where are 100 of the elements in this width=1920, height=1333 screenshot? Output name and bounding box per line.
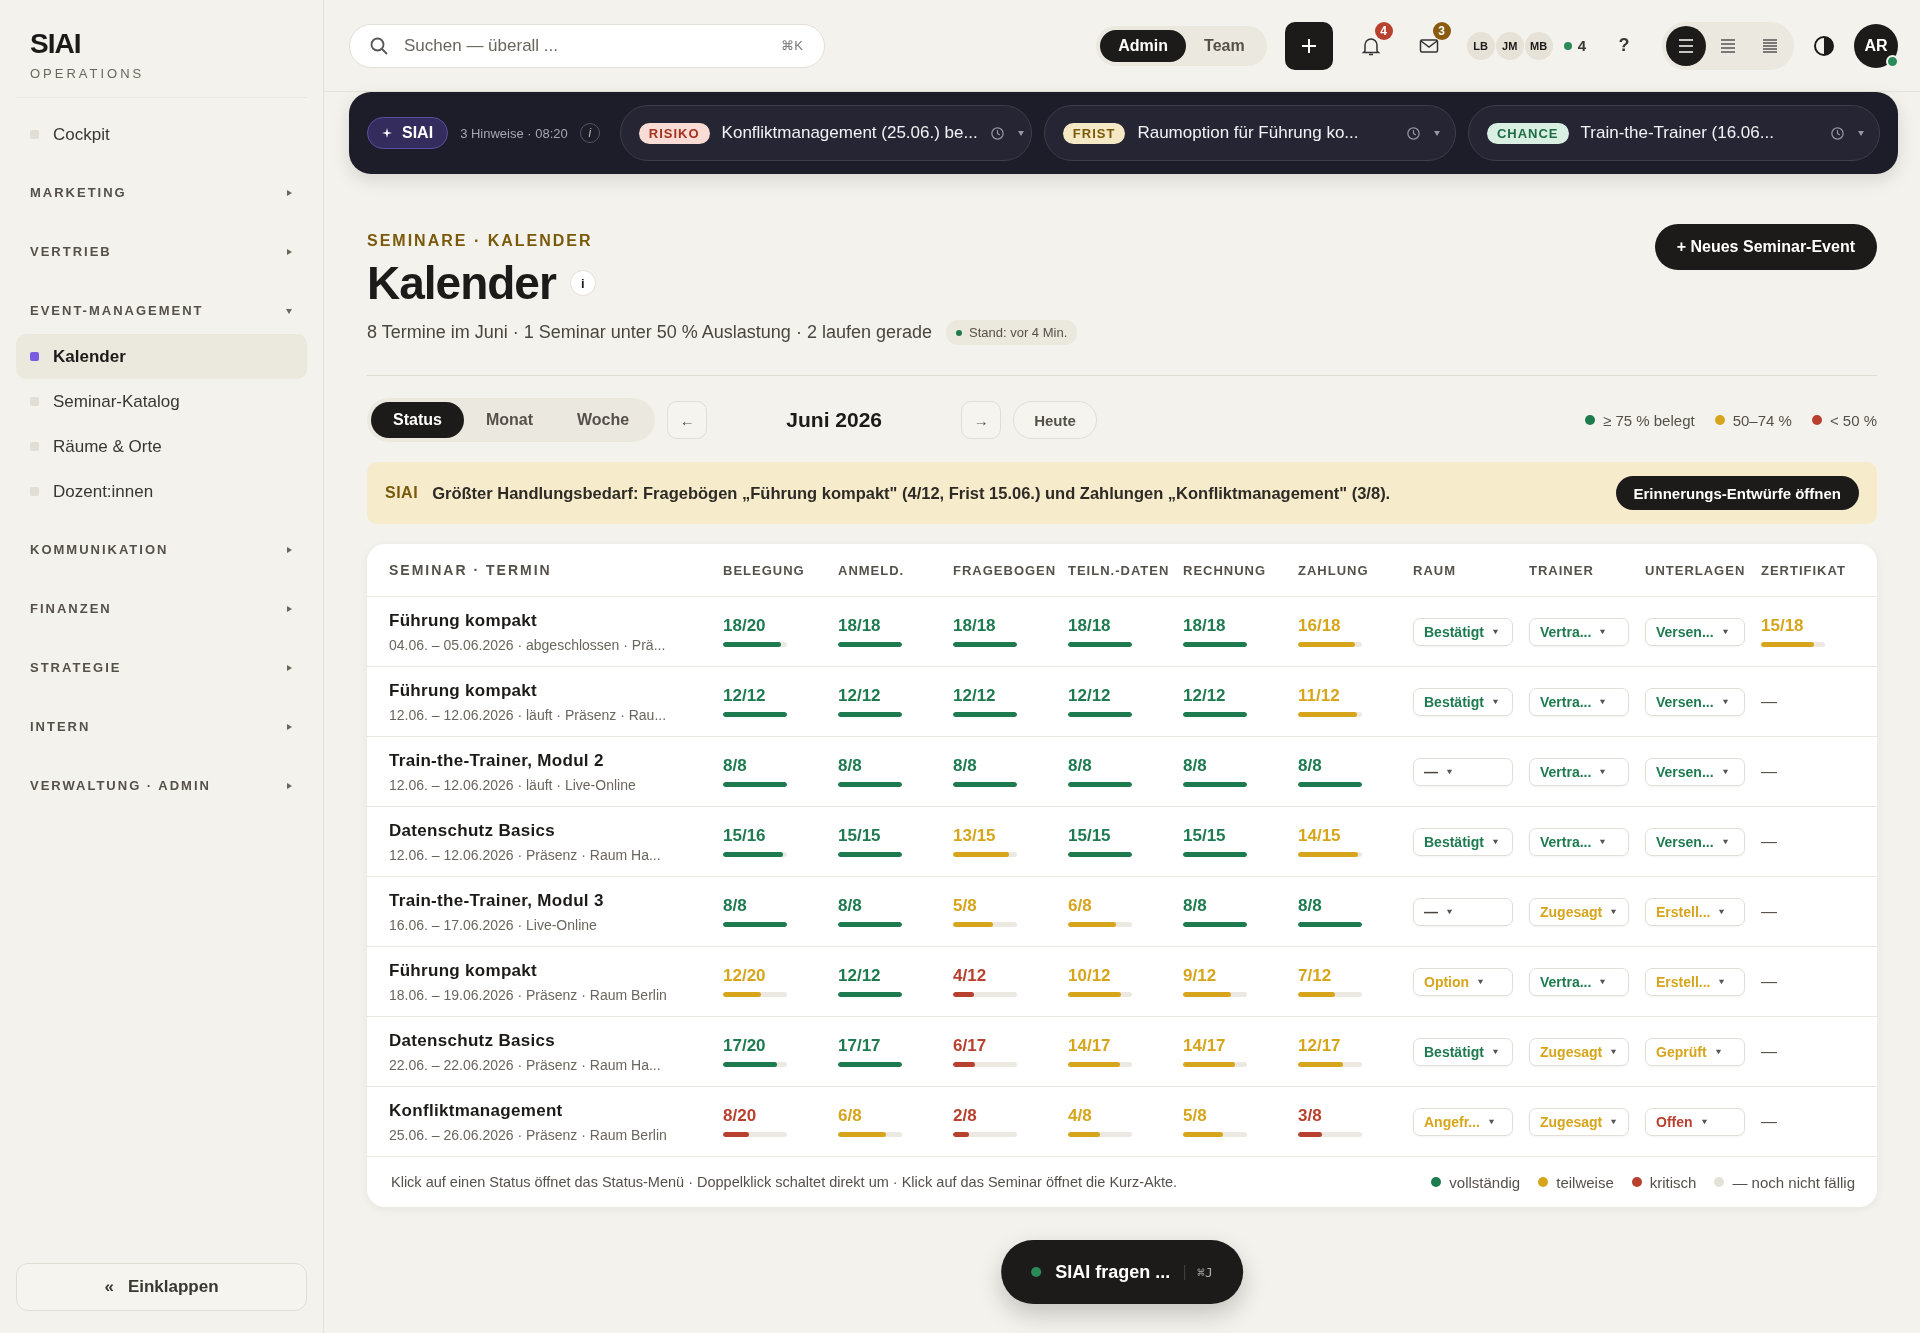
role-tab[interactable]: Admin [1100, 29, 1187, 62]
sidebar-section[interactable]: MARKETING [16, 157, 307, 216]
hint-pill[interactable]: FRIST Raumoption für Führung ko... [1043, 105, 1456, 161]
sidebar-item[interactable]: Kalender [16, 334, 307, 379]
status-dropdown[interactable]: — [1413, 897, 1513, 926]
progress-value[interactable]: 18/18 [1068, 616, 1111, 636]
previous-button[interactable]: ← [667, 401, 708, 439]
hint-pill[interactable]: RISIKO Konfliktmanagement (25.06.) be... [619, 105, 1032, 161]
sidebar-item[interactable]: Dozent:innen [16, 469, 307, 514]
progress-value[interactable]: 8/8 [1068, 756, 1092, 776]
view-tab[interactable]: Woche [555, 402, 652, 438]
status-dropdown[interactable]: Bestätigt [1413, 617, 1513, 646]
progress-value[interactable]: 4/12 [953, 966, 987, 986]
collapse-button[interactable]: « Einklappen [16, 1263, 307, 1311]
user-avatar[interactable]: MB [1524, 31, 1553, 60]
progress-value[interactable]: 18/20 [723, 616, 766, 636]
next-button[interactable]: → [961, 401, 1002, 439]
seminar-title[interactable]: Datenschutz Basics [389, 820, 555, 841]
sidebar-section[interactable]: KOMMUNIKATION [16, 514, 307, 573]
progress-value[interactable]: 15/16 [723, 826, 766, 846]
status-dropdown[interactable]: Versen... [1645, 827, 1745, 856]
seminar-title[interactable]: Train-the-Trainer, Modul 2 [389, 750, 604, 771]
progress-value[interactable]: 8/8 [1298, 756, 1322, 776]
progress-value[interactable]: 8/8 [1183, 896, 1207, 916]
sidebar-item[interactable]: Cockpit [16, 112, 307, 157]
progress-value[interactable]: 8/8 [953, 756, 977, 776]
lines-icon [1720, 38, 1736, 53]
status-dropdown[interactable]: Versen... [1645, 757, 1745, 786]
progress-value[interactable]: 8/8 [838, 756, 862, 776]
view-tab[interactable]: Monat [463, 402, 555, 438]
seminar-title[interactable]: Führung kompakt [389, 610, 538, 631]
user-avatar[interactable]: JM [1495, 31, 1524, 60]
sidebar-section[interactable]: INTERN [16, 691, 307, 750]
sidebar-item[interactable]: Räume & Orte [16, 424, 307, 469]
status-dropdown[interactable]: Vertra... [1529, 687, 1629, 716]
seminar-title[interactable]: Train-the-Trainer, Modul 3 [389, 890, 604, 911]
progress-value[interactable]: 15/15 [1068, 826, 1111, 846]
open-drafts-button[interactable]: Erinnerungs-Entwürfe öffnen [1615, 476, 1859, 510]
seminar-title[interactable]: Konfliktmanagement [389, 1100, 563, 1121]
view-tab[interactable]: Status [371, 402, 464, 438]
progress-value[interactable]: 12/12 [1068, 686, 1111, 706]
progress-value[interactable]: 12/12 [1183, 686, 1226, 706]
progress-value[interactable]: 8/20 [723, 1106, 757, 1126]
status-dropdown[interactable]: — [1413, 757, 1513, 786]
status-dropdown[interactable]: Versen... [1645, 687, 1745, 716]
contrast-icon[interactable] [1812, 33, 1836, 58]
progress-value[interactable]: 6/17 [953, 1036, 987, 1056]
progress-value[interactable]: 15/15 [1183, 826, 1226, 846]
progress-value[interactable]: 18/18 [1183, 616, 1226, 636]
sidebar-section[interactable]: VERTRIEB [16, 216, 307, 275]
progress-value[interactable]: 3/8 [1298, 1106, 1322, 1126]
sidebar-section[interactable]: FINANZEN [16, 573, 307, 632]
density-button[interactable] [1666, 25, 1706, 66]
assistant-chip[interactable]: SIAI [367, 117, 449, 149]
status-dropdown[interactable]: Vertra... [1529, 827, 1629, 856]
progress-value[interactable]: 12/12 [838, 686, 881, 706]
new-event-button[interactable]: + Neues Seminar-Event [1654, 224, 1877, 270]
today-button[interactable]: Heute [1013, 401, 1097, 439]
assistant-button[interactable]: SIAI fragen ... ⌘J [1001, 1240, 1243, 1304]
seminar-title[interactable]: Führung kompakt [389, 960, 538, 981]
status-dropdown[interactable]: Versen... [1645, 617, 1745, 646]
progress-value[interactable]: 18/18 [953, 616, 996, 636]
seminar-title[interactable]: Führung kompakt [389, 680, 538, 701]
caret-icon [285, 188, 293, 197]
sidebar-section[interactable]: EVENT-MANAGEMENT [16, 275, 307, 334]
status-dropdown[interactable]: Vertra... [1529, 967, 1629, 996]
progress-value[interactable]: 8/8 [1298, 896, 1322, 916]
progress-value[interactable]: 12/12 [838, 966, 881, 986]
progress-value[interactable]: 18/18 [838, 616, 881, 636]
progress-value[interactable]: 2/8 [953, 1106, 977, 1126]
user-avatar[interactable]: AR [1854, 23, 1898, 68]
add-button[interactable] [1284, 21, 1333, 70]
role-tab[interactable]: Team [1186, 29, 1263, 62]
status-dropdown[interactable]: Bestätigt [1413, 687, 1513, 716]
info-button[interactable]: i [569, 270, 596, 296]
progress-value[interactable]: 8/8 [1183, 756, 1207, 776]
status-dropdown[interactable]: Bestätigt [1413, 827, 1513, 856]
status-dropdown[interactable]: Vertra... [1529, 757, 1629, 786]
progress-value[interactable]: 17/17 [838, 1036, 881, 1056]
progress-value[interactable]: 8/8 [838, 896, 862, 916]
progress-value[interactable]: 12/12 [723, 686, 766, 706]
status-dropdown[interactable]: Bestätigt [1413, 1037, 1513, 1066]
hint-pill[interactable]: CHANCE Train-the-Trainer (16.06... [1467, 105, 1880, 161]
progress-value[interactable]: 8/8 [723, 756, 747, 776]
progress-value[interactable]: 8/8 [723, 896, 747, 916]
sidebar-section[interactable]: VERWALTUNG · ADMIN [16, 750, 307, 809]
progress-value[interactable]: 17/20 [723, 1036, 766, 1056]
status-dropdown[interactable]: Offen [1645, 1107, 1745, 1136]
progress-value[interactable]: 12/12 [953, 686, 996, 706]
sidebar-section[interactable]: STRATEGIE [16, 632, 307, 691]
help-button[interactable]: ? [1604, 34, 1644, 57]
progress-bar [953, 992, 1017, 997]
seminar-title[interactable]: Datenschutz Basics [389, 1030, 555, 1051]
sidebar-item[interactable]: Seminar-Katalog [16, 379, 307, 424]
table-cell: — [1761, 902, 1777, 921]
progress-value[interactable]: 15/15 [838, 826, 881, 846]
user-avatar[interactable]: LB [1466, 31, 1495, 60]
status-dropdown[interactable]: Vertra... [1529, 617, 1629, 646]
progress-bar [1298, 992, 1362, 997]
hint-text: Raumoption für Führung ko... [1137, 123, 1360, 143]
